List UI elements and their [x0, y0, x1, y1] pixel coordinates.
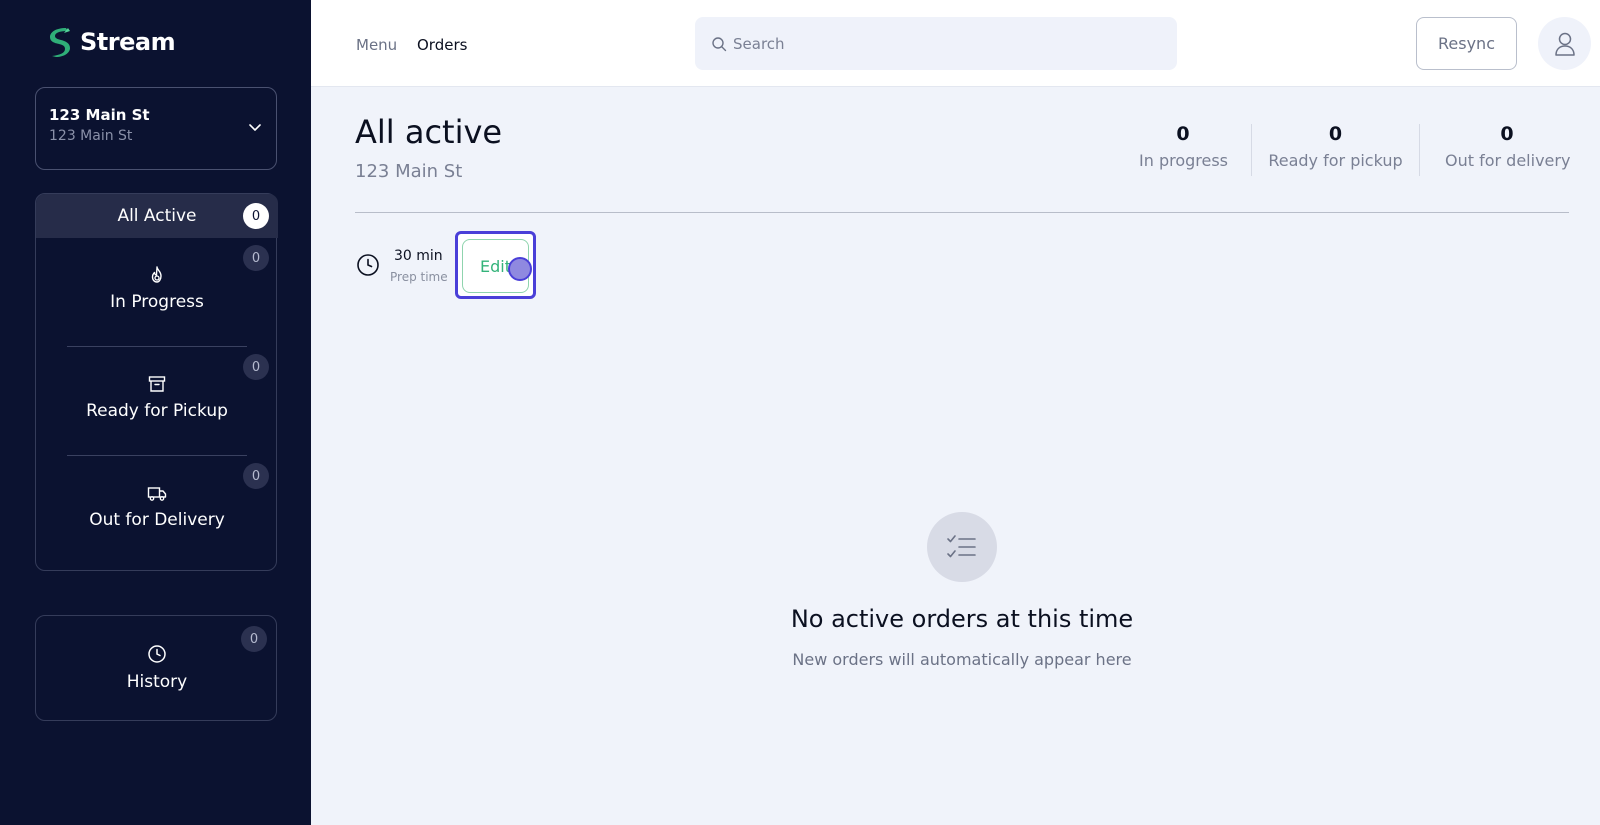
sidebar-item-out-for-delivery[interactable]: Out for Delivery 0 [36, 456, 278, 562]
page-subtitle: 123 Main St [355, 161, 463, 182]
brand-logo[interactable]: Stream [46, 26, 176, 58]
stat-label: In progress [1139, 151, 1229, 170]
nav-link-menu[interactable]: Menu [356, 36, 397, 54]
sidebar: Stream 123 Main St 123 Main St All Activ… [0, 0, 311, 825]
archive-box-icon [148, 376, 166, 392]
sidebar-item-all-active[interactable]: All Active 0 [36, 194, 278, 238]
sidebar-item-label: Out for Delivery [89, 510, 225, 530]
sidebar-item-label: History [126, 672, 188, 692]
stat-label: Out for delivery [1445, 151, 1571, 170]
sidebar-item-ready-for-pickup[interactable]: Ready for Pickup 0 [36, 347, 278, 453]
search-icon [712, 37, 727, 52]
clock-icon [357, 254, 379, 276]
top-bar: Menu Orders Resync [311, 0, 1600, 87]
stream-logo-icon [50, 28, 70, 57]
count-badge: 0 [243, 203, 269, 229]
cursor-indicator [508, 257, 532, 281]
empty-state-subtitle: New orders will automatically appear her… [792, 650, 1132, 669]
sidebar-item-history[interactable]: History 0 [35, 615, 277, 721]
clock-icon [148, 645, 166, 663]
chevron-down-icon [249, 124, 261, 131]
sidebar-item-label: In Progress [110, 292, 204, 312]
search-input[interactable] [733, 17, 1163, 70]
user-avatar-button[interactable] [1538, 17, 1591, 70]
checklist-icon [947, 535, 976, 558]
prep-time-value: 30 min [394, 248, 443, 264]
divider [1419, 124, 1420, 176]
flame-icon [151, 266, 162, 283]
divider [355, 212, 1569, 213]
order-status-nav: All Active 0 In Progress 0 Ready for Pic… [35, 193, 278, 571]
truck-icon [147, 487, 167, 501]
stat-in-progress: 0 In progress [1139, 123, 1229, 170]
brand-name: Stream [80, 28, 176, 56]
location-name: 123 Main St [49, 106, 150, 124]
sidebar-item-label: All Active [117, 206, 197, 226]
count-badge: 0 [243, 463, 269, 489]
stat-value: 0 [1500, 123, 1514, 145]
stat-ready-for-pickup: 0 Ready for pickup [1268, 123, 1403, 170]
location-selector[interactable]: 123 Main St 123 Main St [35, 87, 277, 170]
stat-value: 0 [1328, 123, 1343, 145]
count-badge: 0 [243, 354, 269, 380]
nav-link-orders[interactable]: Orders [417, 36, 467, 54]
resync-button[interactable]: Resync [1416, 17, 1517, 70]
location-address: 123 Main St [49, 128, 133, 144]
page-title: All active [355, 113, 503, 151]
stat-label: Ready for pickup [1268, 151, 1403, 170]
search-bar [695, 17, 1177, 70]
divider [1251, 124, 1252, 176]
user-icon [1554, 32, 1575, 56]
empty-state-title: No active orders at this time [790, 605, 1134, 633]
sidebar-item-label: Ready for Pickup [86, 401, 228, 421]
count-badge: 0 [241, 626, 267, 652]
stat-out-for-delivery: 0 Out for delivery [1445, 123, 1571, 170]
sidebar-item-in-progress[interactable]: In Progress 0 [36, 238, 278, 344]
prep-time-label: Prep time [390, 270, 448, 284]
stat-value: 0 [1176, 123, 1190, 145]
count-badge: 0 [243, 245, 269, 271]
empty-state-illustration [927, 512, 997, 582]
